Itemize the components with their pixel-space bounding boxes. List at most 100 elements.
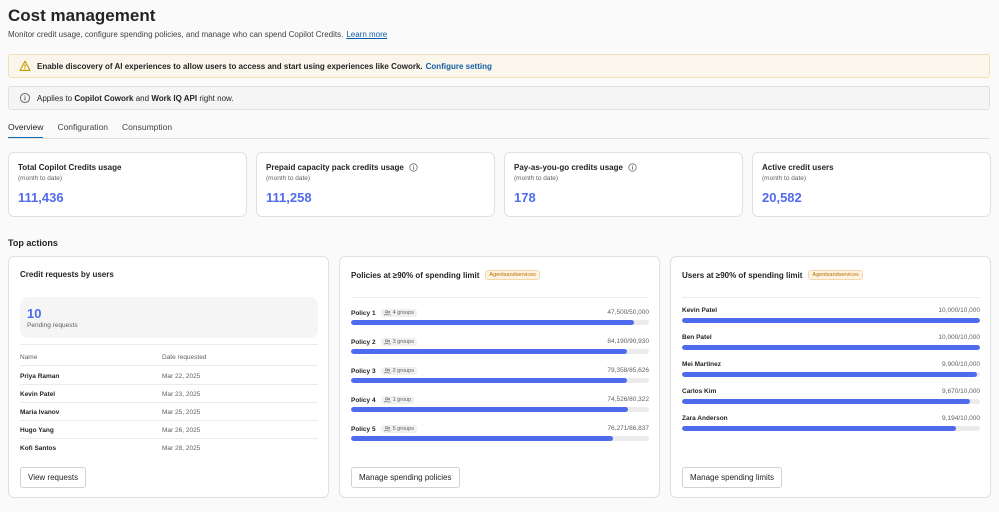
row-name: Kevin Patel [682, 307, 718, 314]
metric-card-prepaid-usage: Prepaid capacity pack credits usage (mon… [256, 152, 495, 217]
row-date: Mar 26, 2025 [162, 427, 201, 434]
top-actions-title: Top actions [8, 238, 58, 248]
groups-badge: 1 group [380, 396, 415, 404]
metric-label-row: Pay-as-you-go credits usage [514, 163, 733, 172]
metric-sub: (month to date) [514, 175, 559, 182]
metric-label: Pay-as-you-go credits usage [514, 163, 623, 172]
usage-bar-fill [351, 407, 628, 412]
row-name: Zara Anderson [682, 415, 728, 422]
users-card: Users at ≥90% of spending limit Agentsan… [670, 256, 991, 498]
row-name: Policy 1 [351, 309, 376, 317]
tab-configuration[interactable]: Configuration [57, 122, 108, 139]
tab-list: Overview Configuration Consumption [8, 122, 172, 139]
configure-setting-link[interactable]: Configure setting [426, 62, 492, 71]
row-divider [20, 384, 318, 385]
applies-prefix: Applies to [37, 93, 73, 103]
usage-value: 10,000/10,000 [938, 307, 980, 314]
people-icon [383, 310, 391, 316]
pending-count: 10 [27, 306, 42, 321]
row-date: Mar 23, 2025 [162, 391, 201, 398]
row-divider [20, 420, 318, 421]
people-icon [383, 368, 391, 374]
divider [682, 297, 980, 298]
tab-overview[interactable]: Overview [8, 122, 44, 139]
tabs-divider [8, 138, 990, 139]
usage-value: 10,000/10,000 [938, 334, 980, 341]
card-title-row: Users at ≥90% of spending limit Agentsan… [682, 270, 863, 280]
usage-bar-fill [682, 399, 971, 404]
view-requests-button[interactable]: View requests [20, 467, 87, 488]
cost-management-page: Cost management Monitor credit usage, co… [0, 0, 999, 512]
credit-requests-card: Credit requests by users 10 Pending requ… [8, 256, 329, 498]
usage-value: 79,358/85,626 [607, 367, 649, 374]
info-icon[interactable] [628, 163, 637, 172]
col-name-header: Name [20, 354, 38, 361]
metric-label-row: Prepaid capacity pack credits usage [266, 163, 485, 172]
agents-tag: Agentsandservices [808, 270, 863, 280]
tab-consumption[interactable]: Consumption [122, 122, 172, 139]
row-date: Mar 25, 2025 [162, 409, 201, 416]
info-icon[interactable] [409, 163, 418, 172]
usage-value: 9,900/10,000 [942, 361, 980, 368]
row-name: Kofi Santos [20, 445, 57, 452]
people-icon [383, 397, 391, 403]
usage-bar-track [682, 318, 980, 323]
card-title: Policies at ≥90% of spending limit [351, 270, 480, 280]
usage-value: 74,526/80,322 [607, 396, 649, 403]
usage-bar-track [682, 372, 980, 377]
people-icon [383, 426, 391, 432]
manage-spending-policies-button[interactable]: Manage spending policies [351, 467, 460, 488]
usage-bar-fill [682, 345, 980, 350]
learn-more-link[interactable]: Learn more [346, 30, 387, 39]
card-title: Credit requests by users [20, 270, 114, 279]
groups-badge: 4 groups [380, 309, 417, 317]
metric-value: 111,258 [266, 190, 312, 205]
row-name: Maria Ivanov [20, 409, 60, 416]
row-divider [20, 438, 318, 439]
page-title: Cost management [8, 6, 156, 25]
row-name: Carlos Kim [682, 388, 717, 395]
row-name: Hugo Yang [20, 427, 54, 434]
usage-bar-fill [682, 372, 978, 377]
row-name: Policy 5 [351, 425, 376, 433]
manage-spending-limits-button[interactable]: Manage spending limits [682, 467, 783, 488]
metric-value: 111,436 [18, 190, 64, 205]
usage-bar-track [351, 436, 649, 441]
applies-item-workiq: Work IQ API [151, 93, 198, 103]
divider [20, 344, 318, 345]
usage-bar-track [682, 426, 980, 431]
metric-label: Prepaid capacity pack credits usage [266, 163, 404, 172]
metric-sub: (month to date) [762, 175, 807, 182]
usage-bar-track [682, 399, 980, 404]
groups-badge: 3 groups [380, 338, 417, 346]
row-date: Mar 28, 2025 [162, 445, 201, 452]
metric-label: Active credit users [762, 163, 834, 172]
metric-value: 178 [514, 190, 536, 205]
usage-bar-fill [682, 426, 956, 431]
row-name: Ben Patel [682, 334, 712, 341]
metric-sub: (month to date) [266, 175, 311, 182]
usage-value: 47,500/50,000 [607, 309, 649, 316]
info-icon [19, 92, 31, 104]
usage-value: 84,190/90,930 [607, 338, 649, 345]
usage-value: 9,194/10,000 [942, 415, 980, 422]
row-name: Mei Martinez [682, 361, 722, 368]
usage-bar-fill [351, 320, 635, 325]
warning-icon [19, 60, 31, 72]
metric-label: Total Copilot Credits usage [18, 163, 122, 172]
usage-value: 9,670/10,000 [942, 388, 980, 395]
groups-count: 1 group [392, 397, 412, 403]
page-subtitle: Monitor credit usage, configure spending… [8, 30, 387, 39]
subtitle-text: Monitor credit usage, configure spending… [8, 30, 344, 39]
card-title-row: Policies at ≥90% of spending limit Agent… [351, 270, 540, 280]
row-name: Kevin Patel [20, 391, 56, 398]
metric-sub: (month to date) [18, 175, 63, 182]
usage-bar-track [351, 378, 649, 383]
applies-joiner: and [135, 93, 150, 103]
usage-value: 76,271/86,837 [607, 425, 649, 432]
applies-item-cowork: Copilot Cowork [74, 93, 134, 103]
groups-count: 5 groups [392, 426, 414, 432]
groups-badge: 2 groups [380, 367, 417, 375]
groups-count: 3 groups [392, 339, 414, 345]
metric-card-payg-usage: Pay-as-you-go credits usage (month to da… [504, 152, 743, 217]
